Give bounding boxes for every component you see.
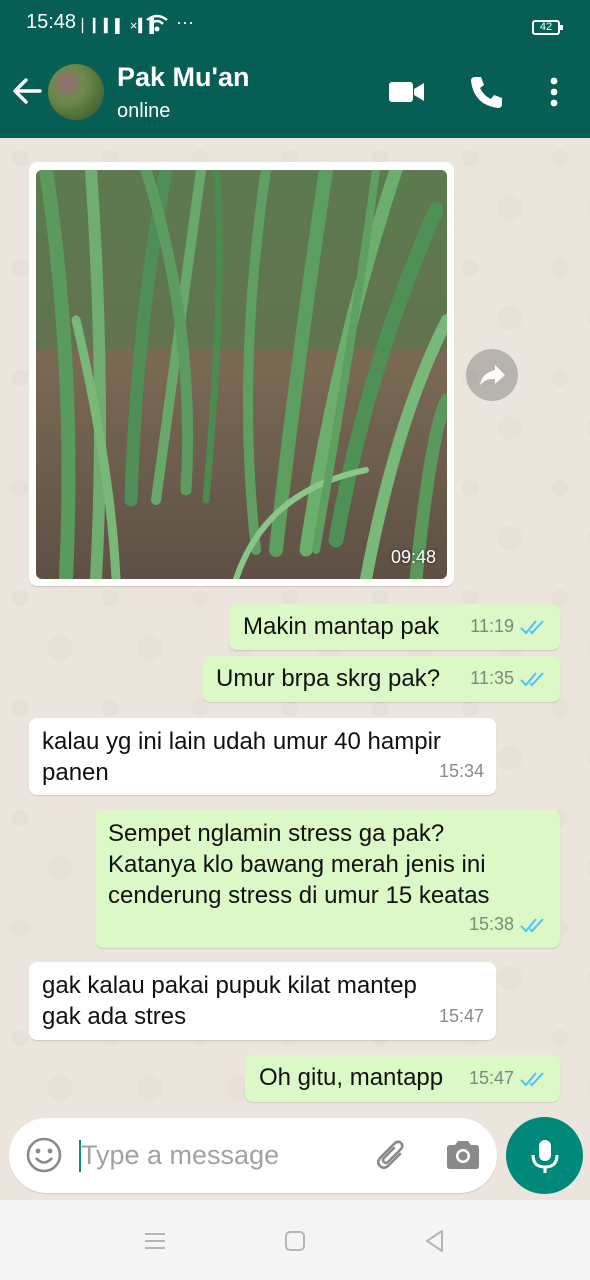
contact-status: online [117,100,171,122]
image-message[interactable]: 09:48 [29,162,454,586]
forward-icon [480,365,505,385]
message-bubble-out[interactable]: Makin mantap pak 11:19 [229,604,560,650]
message-bubble-out[interactable]: Oh gitu, mantapp 15:47 [245,1055,560,1102]
shallot-photo[interactable] [36,170,447,579]
message-text: gak kalau pakai pupuk kilat mantep gak a… [42,972,417,1030]
message-text: Sempet nglamin stress ga pak? Katanya kl… [108,820,490,909]
message-time: 15:47 [438,1006,484,1026]
message-time: 15:34 [438,761,484,781]
message-meta: 11:35 [470,663,548,694]
more-vert-icon[interactable] [534,72,574,112]
message-time: 11:35 [470,668,514,688]
message-time: 15:38 [468,914,514,934]
message-bubble-in[interactable]: kalau yg ini lain udah umur 40 hampir pa… [29,718,496,795]
menu-nav-icon[interactable] [142,1228,168,1254]
video-call-icon[interactable] [387,72,427,112]
double-check-icon [520,1071,544,1086]
camera-icon[interactable] [443,1136,483,1174]
forward-button[interactable] [466,349,518,401]
message-time: 11:19 [470,616,514,636]
attach-icon[interactable] [373,1136,411,1174]
message-meta: 15:47 [469,1063,548,1094]
mic-icon [531,1140,559,1173]
message-text: Makin mantap pak [243,613,440,640]
status-time: 15:48 [26,11,77,33]
home-nav-icon[interactable] [282,1228,308,1254]
message-text: Umur brpa skrg pak? [216,665,441,692]
wifi-icon [146,14,168,32]
double-check-icon [520,619,544,634]
message-bubble-in[interactable]: gak kalau pakai pupuk kilat mantep gak a… [29,962,496,1040]
message-bubble-out[interactable]: Umur brpa skrg pak? 11:35 [202,656,560,702]
message-time: 09:48 [390,547,436,567]
phone-icon[interactable] [466,72,506,112]
message-input[interactable]: Type a message [81,1140,279,1171]
emoji-icon[interactable] [25,1136,63,1174]
avatar[interactable] [48,64,104,120]
message-meta: 15:34 [439,756,484,787]
battery-icon: 42 [532,20,563,35]
message-meta: 11:19 [470,611,548,642]
back-arrow-icon[interactable] [10,74,44,108]
message-meta: 15:38 [469,909,548,940]
message-text: kalau yg ini lain udah umur 40 hampir pa… [42,728,441,786]
message-time: 15:47 [468,1068,514,1088]
mic-button[interactable] [506,1117,583,1194]
status-more: ··· [176,12,194,32]
message-bubble-out[interactable]: Sempet nglamin stress ga pak? Katanya kl… [95,810,560,948]
system-nav-bar [0,1200,590,1280]
message-text: Oh gitu, mantapp [259,1064,444,1091]
message-composer[interactable]: Type a message [9,1118,497,1193]
double-check-icon [520,671,544,686]
chat-area[interactable]: 09:48 Makin mantap pak 11:19 Umur brpa s… [0,138,590,1118]
double-check-icon [520,917,544,932]
message-meta: 15:47 [439,1001,484,1032]
status-bar: 15:48 ▏▎▍▌ ×▍▌ ··· 42 [0,0,590,46]
chat-header: Pak Mu'an online [0,46,590,138]
back-nav-icon[interactable] [422,1228,448,1254]
contact-name[interactable]: Pak Mu'an [117,62,249,93]
